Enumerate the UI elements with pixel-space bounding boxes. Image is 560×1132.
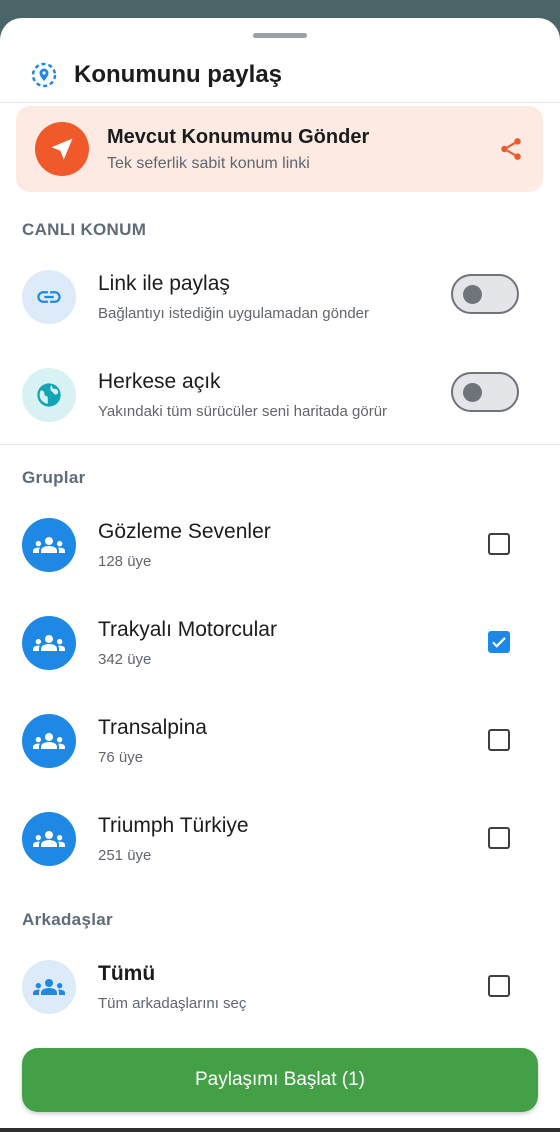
group-row[interactable]: Transalpina 76 üye <box>0 714 560 810</box>
section-divider <box>0 444 560 445</box>
group-row[interactable]: Triumph Türkiye 251 üye <box>0 812 560 908</box>
live-option-title: Herkese açık <box>98 370 221 393</box>
group-members: 76 üye <box>98 749 144 766</box>
public-share-toggle[interactable] <box>451 372 519 412</box>
group-checkbox[interactable] <box>488 729 510 751</box>
friends-all-title: Tümü <box>98 962 156 985</box>
group-row[interactable]: Gözleme Sevenler 128 üye <box>0 518 560 614</box>
globe-icon <box>22 368 76 422</box>
live-option-subtitle: Yakındaki tüm sürücüler seni haritada gö… <box>98 403 388 420</box>
share-location-sheet: Konumunu paylaş Mevcut Konumumu Gönder T… <box>0 18 560 1132</box>
header-divider <box>0 102 560 103</box>
live-option-public[interactable]: Herkese açık Yakındaki tüm sürücüler sen… <box>0 368 560 464</box>
live-option-subtitle: Bağlantıyı istediğin uygulamadan gönder <box>98 305 370 322</box>
sheet-header: Konumunu paylaş <box>0 54 560 102</box>
location-target-icon <box>29 60 59 90</box>
group-checkbox[interactable] <box>488 533 510 555</box>
drag-handle[interactable] <box>253 33 307 38</box>
live-location-label: CANLI KONUM <box>22 220 147 239</box>
group-icon <box>22 616 76 670</box>
send-card-title: Mevcut Konumumu Gönder <box>107 126 370 148</box>
share-icon[interactable] <box>498 136 524 162</box>
toggle-knob <box>463 383 482 402</box>
friends-label: Arkadaşlar <box>22 910 113 929</box>
groups-label: Gruplar <box>22 468 86 487</box>
group-name: Triumph Türkiye <box>98 814 249 837</box>
group-name: Gözleme Sevenler <box>98 520 271 543</box>
friends-all-row[interactable]: Tümü Tüm arkadaşlarını seç <box>0 960 560 1056</box>
group-icon <box>22 518 76 572</box>
start-sharing-button[interactable]: Paylaşımı Başlat (1) <box>22 1048 538 1112</box>
friends-all-subtitle: Tüm arkadaşlarını seç <box>98 995 247 1012</box>
toggle-knob <box>463 285 482 304</box>
live-option-title: Link ile paylaş <box>98 272 230 295</box>
checkmark-icon <box>492 637 506 648</box>
group-row[interactable]: Trakyalı Motorcular 342 üye <box>0 616 560 712</box>
navigation-arrow-icon <box>35 122 89 176</box>
link-icon <box>22 270 76 324</box>
group-checkbox[interactable] <box>488 631 510 653</box>
group-name: Transalpina <box>98 716 207 739</box>
group-members: 251 üye <box>98 847 152 864</box>
group-checkbox[interactable] <box>488 827 510 849</box>
group-icon <box>22 960 76 1014</box>
page-title: Konumunu paylaş <box>74 61 283 88</box>
group-icon <box>22 714 76 768</box>
group-members: 342 üye <box>98 651 152 668</box>
link-share-toggle[interactable] <box>451 274 519 314</box>
group-name: Trakyalı Motorcular <box>98 618 277 641</box>
live-option-link[interactable]: Link ile paylaş Bağlantıyı istediğin uyg… <box>0 270 560 366</box>
send-card-subtitle: Tek seferlik sabit konum linki <box>107 155 310 172</box>
group-icon <box>22 812 76 866</box>
send-current-location-card[interactable]: Mevcut Konumumu Gönder Tek seferlik sabi… <box>16 106 543 192</box>
group-members: 128 üye <box>98 553 152 570</box>
friends-all-checkbox[interactable] <box>488 975 510 997</box>
bottom-edge <box>0 1128 560 1132</box>
